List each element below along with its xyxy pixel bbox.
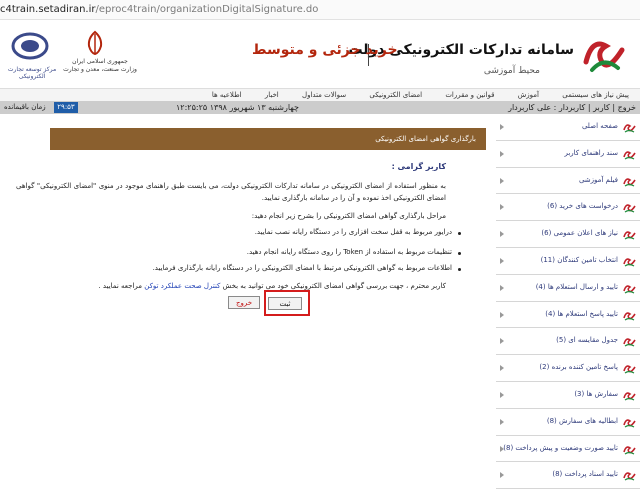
step-item: درایور مربوط به قفل سخت افزاری را در دست… [254,228,452,236]
user-info[interactable]: خروج | کاربر | کاربردار : علی کاربردار [508,103,636,112]
bullet-dot [458,268,461,271]
sidebar-item-label: ابطالیه های سفارش (8) [546,416,618,425]
sidebar-item-training-video[interactable]: فیلم آموزشی [496,168,640,195]
setad-mini-icon [623,445,636,455]
setad-logo-icon [583,41,625,72]
sidebar-item-label: انتخاب تامین کنندگان (11) [540,255,618,264]
steps-intro: مراحل بارگذاری گواهی امضای الکترونیکی را… [251,212,446,220]
sidebar-item-label: سند راهنمای کاربر [564,148,618,157]
sidebar-item-payment-docs[interactable]: تایید اسناد پرداخت (8) [496,462,640,489]
session-timer-label: زمان باقیمانده [4,103,46,111]
exit-button[interactable]: خروج [228,296,260,309]
menu-item-faq[interactable]: سوالات متداول [292,89,357,99]
chevron-left-icon [500,284,504,291]
chevron-left-icon [500,204,504,211]
sidebar-item-user-guide[interactable]: سند راهنمای کاربر [496,141,640,168]
main-content: بارگذاری گواهی امضای الکترونیکی کاربر گر… [0,114,496,480]
setad-mini-icon [623,231,636,240]
sidebar-item-winning-supplier[interactable]: پاسخ تامین کننده برنده (2) [496,355,640,382]
address-bar[interactable]: c4train.setadiran.ir/eproc4train/organiz… [0,0,640,20]
sidebar-item-purchase-requests[interactable]: درخواست های خرید (6) [496,194,640,222]
chevron-left-icon [500,177,504,184]
setad-mini-icon [623,258,636,267]
current-datetime: چهارشنبه ۱۳ شهریور ۱۳۹۸ ۱۲:۲۵:۲۵ [176,103,299,112]
sidebar-item-comparison-table[interactable]: جدول مقایسه ای (5) [496,328,640,356]
setad-mini-icon [623,311,636,321]
sidebar-item-label: جدول مقایسه ای (5) [556,336,618,345]
app-subtitle: محیط آموزشی [483,66,540,76]
setad-mini-icon [623,151,636,160]
step-item: اطلاعات مربوط به گواهی الکترونیکی مرتبط … [152,264,452,272]
sidebar-item-public-needs[interactable]: نیاز های اعلان عمومی (6) [496,221,640,248]
sidebar-item-label: درخواست های خرید (6) [547,202,618,211]
sidebar-item-invoice-approval[interactable]: تایید صورت وضعیت و پیش پرداخت (8) [496,436,640,463]
token-check-text: کاربر محترم ، جهت بررسی گواهی امضای الکت… [222,282,446,290]
chevron-left-icon [500,418,504,425]
sidebar-item-label: پاسخ تامین کننده برنده (2) [539,363,618,372]
token-check-link[interactable]: کنترل صحت عملکرد توکن [144,282,220,290]
sidebar-item-label: صفحه اصلی [581,122,618,130]
chevron-left-icon [500,124,504,130]
setad-mini-icon [623,365,636,374]
token-check-text-end: مراجعه نمایید . [98,282,143,290]
chevron-left-icon [500,257,504,264]
sidebar-item-label: تایید و ارسال استعلام ها (4) [535,282,618,291]
setad-mini-icon [623,419,636,428]
sidebar-item-orders[interactable]: سفارش ها (3) [496,382,640,409]
url-host: c4train.setadiran.ir [0,4,96,15]
chevron-left-icon [500,472,504,479]
emblem-caption-line2: وزارت صنعت، معدن و تجارت [63,66,137,73]
chevron-left-icon [500,445,504,452]
menu-item-e-signature[interactable]: امضای الکترونیکی [359,89,433,99]
sidebar: صفحه اصلی سند راهنمای کاربر فیلم آموزشی … [496,114,640,489]
sidebar-item-label: نیاز های اعلان عمومی (6) [541,229,618,238]
step-item: تنظیمات مربوط به استفاده از Token را روی… [246,248,452,256]
logo2-caption: مرکز توسعه تجارت الکترونیکی [7,66,57,80]
chevron-left-icon [500,338,504,345]
sidebar-item-order-cancellations[interactable]: ابطالیه های سفارش (8) [496,409,640,436]
bullet-dot [458,252,461,255]
ecommerce-center-logo-icon [11,32,49,60]
ministry-caption: جمهوری اسلامی ایران وزارت صنعت، معدن و ت… [60,58,140,74]
setad-mini-icon [623,204,636,213]
sidebar-item-select-suppliers[interactable]: انتخاب تامین کنندگان (11) [496,248,640,275]
sidebar-item-label: تایید اسناد پرداخت (8) [552,470,618,479]
setad-mini-icon [623,124,636,133]
chevron-left-icon [500,391,504,398]
menu-item-news[interactable]: اخبار [255,89,290,99]
app-tagline: خرید جزئی و متوسط [252,42,398,58]
sidebar-item-approve-inquiries[interactable]: تایید و ارسال استعلام ها (4) [496,275,640,302]
menu-item-prerequisites[interactable]: پیش نیاز های سیستمی [552,89,640,99]
setad-mini-icon [623,338,636,347]
sidebar-item-label: تایید پاسخ استعلام ها (4) [545,309,618,318]
session-timer: ۲۹:۵۳ [54,102,78,113]
chevron-left-icon [500,150,504,157]
url-path: /eproc4train/organizationDigitalSignatur… [95,4,319,15]
setad-mini-icon [623,285,636,294]
sidebar-item-label: سفارش ها (3) [574,389,618,398]
setad-mini-icon [623,177,636,187]
confirm-button[interactable]: ثبت [268,297,302,310]
chevron-left-icon [500,231,504,238]
user-status-bar: خروج | کاربر | کاربردار : علی کاربردار چ… [0,101,640,114]
intro-paragraph: به منظور استفاده از امضای الکترونیکی در … [16,182,446,202]
menu-item-laws[interactable]: قوانین و مقررات [435,89,505,99]
chevron-left-icon [500,311,504,318]
site-header: سامانه تدارکات الکترونیکی دولت محیط آموز… [0,20,640,88]
iran-emblem-icon [87,30,103,56]
page-title: بارگذاری گواهی امضای الکترونیکی [50,128,486,150]
top-menu: پیش نیاز های سیستمی آموزش قوانین و مقررا… [0,88,640,101]
sidebar-item-home[interactable]: صفحه اصلی [496,114,640,141]
section-heading: کاربر گرامی : [391,162,446,171]
chevron-left-icon [500,365,504,372]
setad-mini-icon [623,392,636,401]
bullet-dot [458,232,461,235]
sidebar-item-label: فیلم آموزشی [578,175,618,184]
menu-item-announcements[interactable]: اطلاعیه ها [202,89,253,99]
sidebar-item-approve-responses[interactable]: تایید پاسخ استعلام ها (4) [496,302,640,329]
token-check-paragraph: کاربر محترم ، جهت بررسی گواهی امضای الکت… [16,280,446,292]
emblem-caption-line1: جمهوری اسلامی ایران [72,58,128,65]
menu-item-training[interactable]: آموزش [508,89,550,99]
sidebar-item-label: تایید صورت وضعیت و پیش پرداخت (8) [503,443,618,452]
